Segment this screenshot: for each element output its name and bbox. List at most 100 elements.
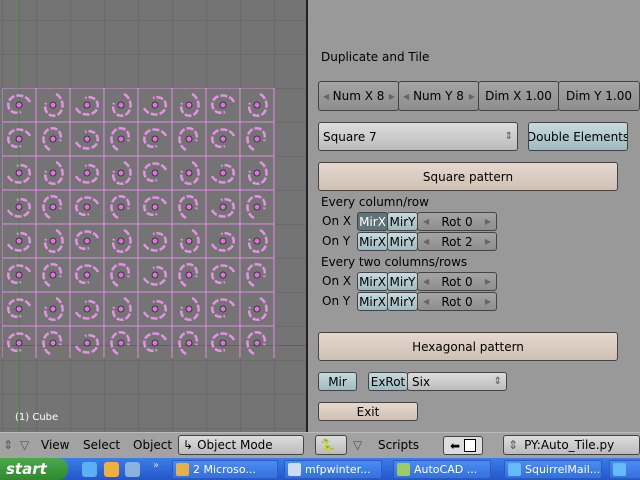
object-label: (1) Cube xyxy=(15,412,59,423)
spiral-mesh xyxy=(44,228,64,253)
app-quicklaunch-icon[interactable] xyxy=(125,462,140,477)
spiral-mesh xyxy=(112,160,132,185)
spiral-mesh xyxy=(246,127,266,152)
spiral-mesh xyxy=(248,160,268,185)
spiral-mesh xyxy=(7,298,32,318)
header-bar: ⇕ ▽ View Select Object ↳ Object Mode 🐍 ▽ … xyxy=(0,432,640,458)
spiral-mesh xyxy=(110,127,130,152)
spiral-mesh xyxy=(180,160,200,185)
rotation-field[interactable]: ◀ Rot 0 ▶ xyxy=(417,292,497,311)
back-arrow-icon[interactable]: ⬅ xyxy=(450,439,460,453)
clock-quicklaunch-icon[interactable] xyxy=(104,462,119,477)
spiral-mesh xyxy=(248,92,268,117)
spiral-mesh xyxy=(180,92,200,117)
spiral-mesh xyxy=(210,164,235,184)
spiral-mesh xyxy=(246,195,266,220)
spiral-mesh xyxy=(74,96,99,116)
dim-y-field[interactable]: Dim Y 1.00 xyxy=(558,81,640,111)
every-column-row-label: Every column/row xyxy=(321,195,429,209)
square-pattern-button[interactable]: Square pattern xyxy=(318,162,618,191)
dim-x-field[interactable]: Dim X 1.00 xyxy=(478,81,559,111)
taskbar-item[interactable]: SquirrelMail... xyxy=(504,460,602,479)
spiral-mesh xyxy=(42,331,62,356)
num-x-field[interactable]: ◀ Num X 8 ▶ xyxy=(318,81,399,111)
spiral-mesh xyxy=(178,263,198,288)
spiral-mesh xyxy=(74,300,99,320)
collapse-triangle-icon[interactable]: ▽ xyxy=(353,438,362,452)
exit-button[interactable]: Exit xyxy=(318,402,418,421)
object-menu[interactable]: Object xyxy=(133,438,172,452)
mir-toggle[interactable]: Mir xyxy=(318,372,357,391)
double-elements-toggle[interactable]: Double Elements xyxy=(528,122,628,151)
spiral-mesh xyxy=(142,96,167,116)
taskbar-item[interactable]: mfpwinter... xyxy=(284,460,382,479)
row-label: On X xyxy=(322,274,352,288)
num-y-field[interactable]: ◀ Num Y 8 ▶ xyxy=(398,81,479,111)
spiral-mesh xyxy=(211,94,236,114)
miry-toggle[interactable]: MirY xyxy=(387,292,418,311)
mirx-toggle[interactable]: MirX xyxy=(357,232,388,251)
shape-dropdown[interactable]: Square 7 ⇕ xyxy=(318,122,518,151)
panel-title: Duplicate and Tile xyxy=(321,50,430,64)
hexagonal-pattern-button[interactable]: Hexagonal pattern xyxy=(318,332,618,361)
spiral-mesh xyxy=(246,263,266,288)
spiral-mesh xyxy=(44,92,64,117)
editor-type-icon[interactable]: ⇕ xyxy=(3,438,13,452)
six-dropdown[interactable]: Six ⇕ xyxy=(407,372,507,391)
mirx-toggle[interactable]: MirX xyxy=(357,272,388,291)
rotation-field[interactable]: ◀ Rot 0 ▶ xyxy=(417,272,497,291)
row-label: On Y xyxy=(322,234,351,248)
spiral-mesh xyxy=(110,195,130,220)
editor-type-button[interactable]: 🐍 xyxy=(315,435,347,455)
spiral-mesh xyxy=(112,92,132,117)
spiral-mesh xyxy=(211,264,236,284)
miry-toggle[interactable]: MirY xyxy=(387,272,418,291)
script-selector[interactable]: ⇕ PY:Auto_Tile.py xyxy=(503,435,640,455)
script-panel: Duplicate and Tile ◀ Num X 8 ▶ ◀ Num Y 8 ▶ D… xyxy=(308,0,640,432)
spiral-mesh xyxy=(210,198,235,218)
scripts-menu[interactable]: Scripts xyxy=(378,438,419,452)
spiral-mesh xyxy=(7,128,32,148)
spiral-mesh xyxy=(143,128,168,148)
screen-icon[interactable] xyxy=(464,439,477,452)
spiral-mesh xyxy=(248,296,268,321)
miry-toggle[interactable]: MirY xyxy=(387,212,418,231)
spiral-mesh xyxy=(112,296,132,321)
script-nav-buttons[interactable]: ⬅ xyxy=(443,436,483,455)
spiral-mesh xyxy=(211,298,236,318)
every-two-label: Every two columns/rows xyxy=(321,255,468,269)
object-mode-icon: ↳ xyxy=(183,438,194,452)
ie-quicklaunch-icon[interactable] xyxy=(82,462,97,477)
select-menu[interactable]: Select xyxy=(83,438,120,452)
taskbar-item[interactable] xyxy=(609,460,640,479)
exrot-toggle[interactable]: ExRot xyxy=(368,372,408,391)
python-snake-icon: 🐍 xyxy=(320,438,335,452)
start-button[interactable]: start xyxy=(0,458,68,480)
spiral-mesh xyxy=(110,263,130,288)
spiral-mesh xyxy=(42,127,62,152)
spiral-mesh xyxy=(142,232,167,252)
mode-dropdown[interactable]: ↳ Object Mode xyxy=(178,435,304,455)
spiral-mesh xyxy=(178,127,198,152)
collapse-triangle-icon[interactable]: ▽ xyxy=(20,438,29,452)
rotation-field[interactable]: ◀ Rot 2 ▶ xyxy=(417,232,497,251)
taskbar-item[interactable]: 2 Microso... xyxy=(172,460,278,479)
spiral-mesh xyxy=(180,296,200,321)
spiral-mesh xyxy=(6,164,31,184)
spiral-mesh xyxy=(7,264,32,284)
taskbar-item[interactable]: AutoCAD ... xyxy=(393,460,491,479)
view-menu[interactable]: View xyxy=(41,438,69,452)
chevron-more-icon[interactable]: » xyxy=(153,460,159,471)
spiral-mesh xyxy=(143,162,168,182)
rotation-field[interactable]: ◀ Rot 0 ▶ xyxy=(417,212,497,231)
spiral-mesh xyxy=(248,228,268,253)
mirx-toggle[interactable]: MirX xyxy=(357,292,388,311)
spiral-mesh xyxy=(246,331,266,356)
mirx-toggle[interactable]: MirX xyxy=(357,212,388,231)
miry-toggle[interactable]: MirY xyxy=(387,232,418,251)
spiral-mesh xyxy=(6,198,31,218)
3d-viewport[interactable]: (1) Cube xyxy=(0,0,306,432)
spiral-mesh xyxy=(42,195,62,220)
spiral-mesh xyxy=(44,160,64,185)
spiral-mesh xyxy=(74,334,99,354)
